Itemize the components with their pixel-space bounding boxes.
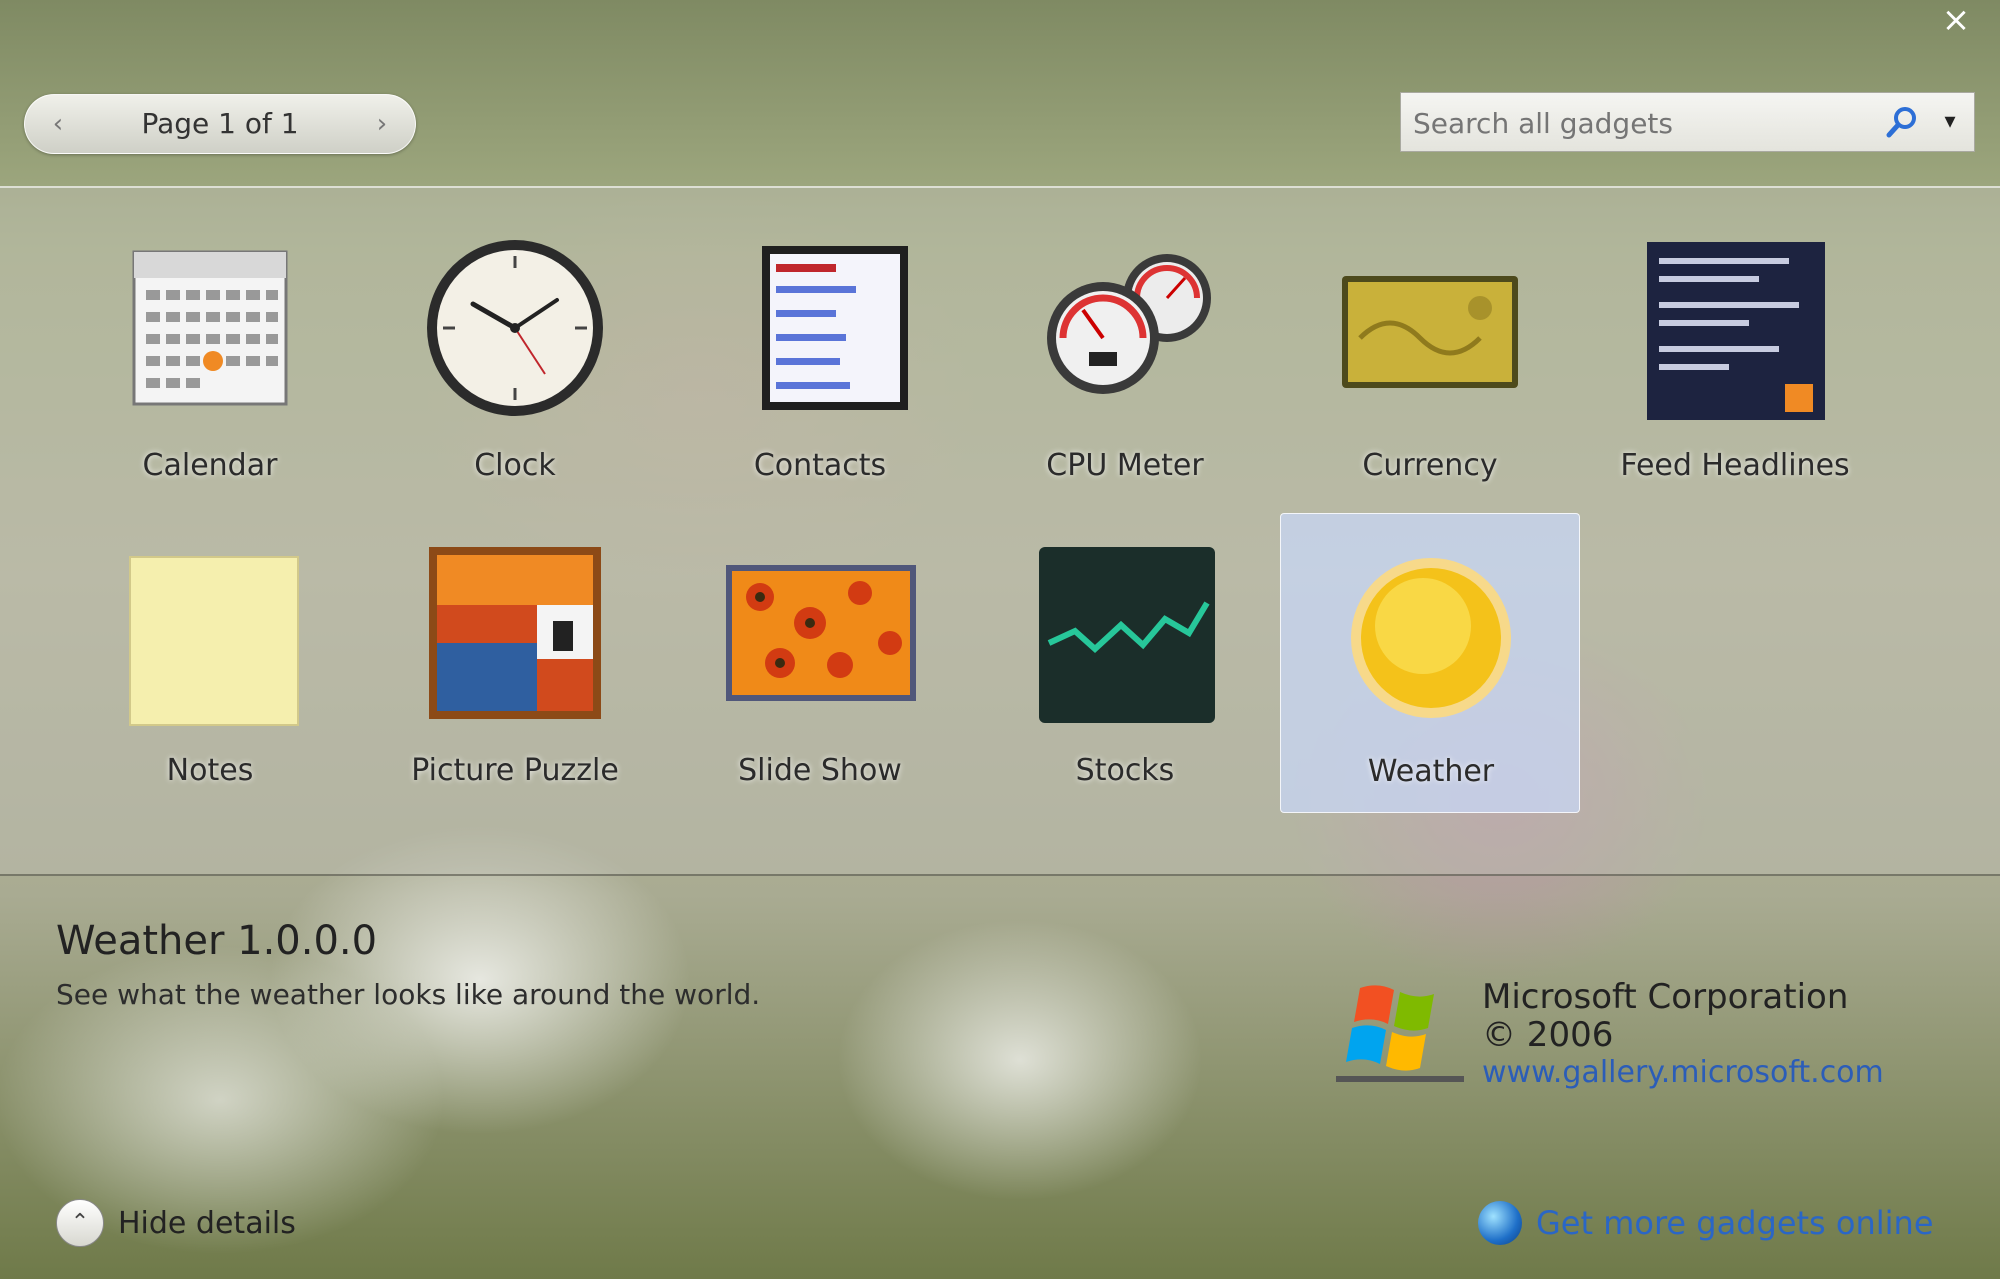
gadget-currency[interactable]: Currency [1280,208,1580,508]
gadget-calendar[interactable]: Calendar [60,208,360,508]
search-box: ▾ [1400,92,1975,152]
gadget-weather[interactable]: Weather [1280,513,1580,813]
top-bar: × ‹ Page 1 of 1 › ▾ [0,0,2000,180]
hide-details-label: Hide details [118,1205,296,1241]
search-icon[interactable] [1883,103,1923,143]
gadget-label: Clock [474,448,556,483]
page-navigator: ‹ Page 1 of 1 › [24,94,416,154]
gadget-description: See what the weather looks like around t… [56,978,761,1011]
publisher-info: Microsoft Corporation © 2006 www.gallery… [1482,978,1884,1092]
gadget-label: Notes [166,753,254,788]
gadget-stocks[interactable]: Stocks [975,513,1275,813]
previous-page-button[interactable]: ‹ [33,95,83,153]
picture-puzzle-icon [429,547,601,719]
stocks-icon [1039,547,1215,723]
clock-icon [427,240,603,416]
gadget-picture-puzzle[interactable]: Picture Puzzle [365,513,665,813]
slide-show-icon [726,565,916,701]
notes-icon [129,556,299,726]
gadget-label: Currency [1362,448,1498,483]
copyright: © 2006 [1482,1015,1614,1055]
gadget-label: Contacts [753,448,887,483]
publisher-name: Microsoft Corporation [1482,977,1849,1017]
gadget-label: Weather [1367,754,1495,789]
gadget-label: Feed Headlines [1620,448,1850,483]
search-input[interactable] [1411,101,1875,145]
page-indicator: Page 1 of 1 [141,107,299,140]
gadget-gallery: Calendar Clock Contacts CPU Meter Curren… [0,186,2000,876]
gadget-label: Calendar [142,448,278,483]
currency-icon [1342,276,1518,388]
weather-icon [1351,558,1511,718]
feed-headlines-icon [1647,242,1825,420]
gadget-details: Weather 1.0.0.0 See what the weather loo… [0,878,2000,1168]
chevron-up-icon: ⌃ [56,1199,104,1247]
gadget-label: CPU Meter [1046,448,1204,483]
gadget-label: Picture Puzzle [411,753,619,788]
gadget-slide-show[interactable]: Slide Show [670,513,970,813]
gallery-link[interactable]: www.gallery.microsoft.com [1482,1054,1884,1092]
next-page-button[interactable]: › [357,95,407,153]
gadget-label: Slide Show [738,753,902,788]
gadget-contacts[interactable]: Contacts [670,208,970,508]
hide-details-button[interactable]: ⌃ Hide details [56,1198,296,1248]
gadget-clock[interactable]: Clock [365,208,665,508]
windows-logo-icon [1336,985,1464,1082]
get-more-gadgets-link[interactable]: Get more gadgets online [1478,1198,1934,1248]
gadget-title: Weather 1.0.0.0 [56,918,378,964]
cpu-meter-icon [1047,254,1211,394]
get-more-gadgets-label: Get more gadgets online [1536,1204,1934,1242]
search-dropdown-button[interactable]: ▾ [1932,99,1968,145]
globe-icon [1478,1201,1522,1245]
bottom-bar: ⌃ Hide details Get more gadgets online [0,1168,2000,1279]
gadget-feed-headlines[interactable]: Feed Headlines [1585,208,1885,508]
calendar-icon [132,250,288,406]
close-icon[interactable]: × [1938,2,1974,38]
gadget-cpu-meter[interactable]: CPU Meter [975,208,1275,508]
contacts-icon [762,246,908,410]
gadget-notes[interactable]: Notes [60,513,360,813]
gadget-label: Stocks [1075,753,1175,788]
